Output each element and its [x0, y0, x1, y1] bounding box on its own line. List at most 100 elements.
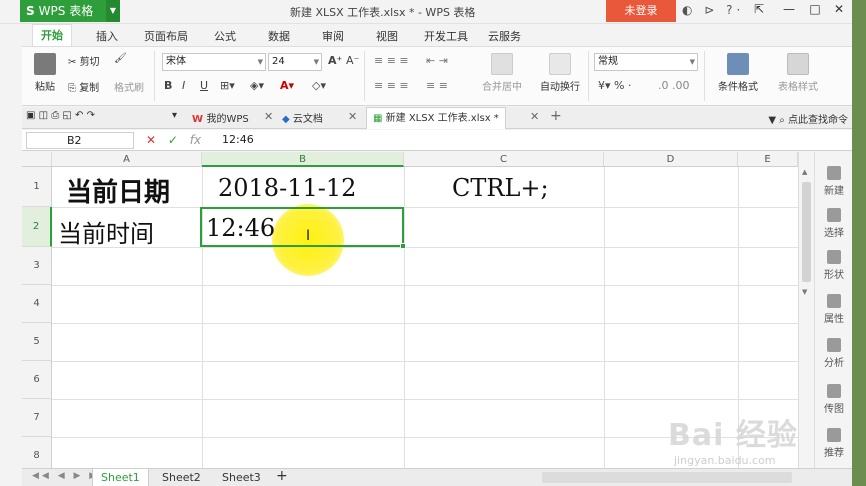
tab-developer[interactable]: 开发工具	[424, 28, 468, 44]
column-header-d[interactable]: D	[604, 152, 738, 167]
sheet-tab-2[interactable]: Sheet2	[154, 469, 209, 486]
app-menu-button[interactable]: S WPS 表格 ▼	[20, 0, 120, 22]
cut-button[interactable]: ✂ 剪切	[68, 53, 100, 68]
format-painter-icon[interactable]: 🖌	[114, 53, 127, 64]
select-all-corner[interactable]	[22, 152, 52, 167]
tab-home[interactable]: 开始	[32, 24, 72, 46]
format-painter-button[interactable]: 格式刷	[114, 79, 144, 94]
quick-access-icons[interactable]: ▣ ◫ ⎙ ◱ ↶ ↷	[26, 110, 95, 121]
row-header-3[interactable]: 3	[22, 247, 52, 285]
conditional-format-icon	[727, 53, 749, 75]
wrap-text-button[interactable]: 自动换行	[536, 53, 584, 93]
cut-label: 剪切	[79, 57, 100, 68]
font-size-select[interactable]: 24 ▼	[268, 53, 322, 71]
find-command-button[interactable]: ▼ ⌕ 点此查找命令	[768, 111, 848, 126]
column-header-e[interactable]: E	[738, 152, 798, 167]
sheet-tab-1[interactable]: Sheet1	[92, 469, 149, 486]
italic-icon[interactable]: I	[182, 79, 185, 92]
decrease-font-icon[interactable]: A⁻	[346, 54, 359, 67]
login-button[interactable]: 未登录	[606, 0, 676, 22]
name-box[interactable]: B2	[26, 132, 134, 149]
formula-input[interactable]: 12:46	[222, 133, 254, 146]
task-properties[interactable]: 属性	[815, 294, 853, 325]
row-header-4[interactable]: 4	[22, 285, 52, 323]
paste-button[interactable]: 粘贴	[28, 53, 62, 93]
table-style-button[interactable]: 表格样式	[770, 53, 826, 93]
column-header-c[interactable]: C	[404, 152, 604, 167]
justify-icon[interactable]: ≡ ≡	[426, 79, 448, 92]
cell-b1[interactable]: 2018-11-12	[218, 174, 356, 202]
task-shapes[interactable]: 形状	[815, 250, 853, 281]
align-left-icon[interactable]: ≡ ≡ ≡	[374, 79, 409, 92]
copy-button[interactable]: ⎘ 复制	[68, 79, 99, 94]
column-header-a[interactable]: A	[52, 152, 202, 167]
merge-center-label: 合并居中	[482, 82, 522, 93]
task-analyze[interactable]: 分析	[815, 338, 853, 369]
row-header-2[interactable]: 2	[22, 207, 52, 247]
tab-cloud-services[interactable]: 云服务	[488, 28, 521, 44]
more-icon[interactable]: ▾	[172, 110, 177, 121]
fill-color-icon[interactable]: ◈▾	[250, 79, 264, 92]
close-tab-icon[interactable]: ✕	[348, 110, 357, 123]
bold-icon[interactable]: B	[164, 79, 172, 92]
current-file-tab[interactable]: ▦ 新建 XLSX 工作表.xlsx *	[366, 107, 506, 129]
number-format-select[interactable]: 常规 ▼	[594, 53, 698, 71]
scroll-down-icon[interactable]: ▼	[802, 288, 807, 296]
close-icon[interactable]: ✕	[828, 2, 850, 16]
increase-font-icon[interactable]: A⁺	[328, 54, 342, 67]
cell-a2[interactable]: 当前时间	[58, 214, 154, 249]
tab-data[interactable]: 数据	[268, 28, 290, 44]
merge-cells-icon	[491, 53, 513, 75]
column-header-b[interactable]: B	[202, 152, 404, 167]
close-tab-icon[interactable]: ✕	[530, 110, 539, 123]
tab-insert[interactable]: 插入	[96, 28, 118, 44]
task-recommend[interactable]: 推荐	[815, 428, 853, 459]
minimize-icon[interactable]: —	[778, 2, 800, 16]
task-new[interactable]: 新建	[815, 166, 853, 197]
tab-view[interactable]: 视图	[376, 28, 398, 44]
conditional-format-button[interactable]: 条件格式	[710, 53, 766, 93]
row-header-8[interactable]: 8	[22, 437, 52, 468]
scroll-up-icon[interactable]: ▲	[802, 168, 807, 176]
tab-review[interactable]: 审阅	[322, 28, 344, 44]
sheet-tab-3[interactable]: Sheet3	[214, 469, 269, 486]
decimal-icon[interactable]: .0 .00	[658, 79, 690, 92]
font-name-select[interactable]: 宋体 ▼	[162, 53, 266, 71]
row-header-7[interactable]: 7	[22, 399, 52, 437]
underline-icon[interactable]: U	[200, 79, 208, 92]
row-header-5[interactable]: 5	[22, 323, 52, 361]
borders-icon[interactable]: ⊞▾	[220, 79, 235, 92]
title-tool-icons[interactable]: ◐ ⊳ ?·	[682, 3, 744, 17]
row-header-6[interactable]: 6	[22, 361, 52, 399]
close-tab-icon[interactable]: ✕	[264, 110, 273, 123]
indent-icon[interactable]: ⇤ ⇥	[426, 54, 448, 67]
cell-c1[interactable]: CTRL+;	[452, 174, 549, 202]
minimize-to-tray-icon[interactable]: ⇱	[748, 2, 770, 16]
fx-icon[interactable]: fx	[190, 133, 201, 147]
maximize-icon[interactable]: □	[804, 2, 826, 16]
row-header-1[interactable]: 1	[22, 167, 52, 207]
vertical-scrollbar[interactable]: ▲ ▼	[798, 152, 814, 468]
new-tab-icon[interactable]: +	[550, 108, 562, 124]
clear-format-icon[interactable]: ◇▾	[312, 79, 326, 92]
cell-a1[interactable]: 当前日期	[66, 172, 170, 209]
tab-formulas[interactable]: 公式	[214, 28, 236, 44]
add-sheet-icon[interactable]: +	[276, 468, 288, 484]
cancel-icon[interactable]: ✕	[146, 133, 156, 147]
chevron-down-icon: ▼	[313, 58, 319, 66]
wrap-text-icon	[549, 53, 571, 75]
font-color-icon[interactable]: A▾	[280, 79, 294, 92]
merge-center-button[interactable]: 合并居中	[474, 53, 530, 93]
analyze-icon	[827, 338, 841, 352]
horizontal-scrollbar[interactable]	[542, 472, 792, 483]
align-top-icon[interactable]: ≡ ≡ ≡	[374, 54, 409, 67]
currency-icon[interactable]: ¥▾ % ·	[598, 79, 631, 92]
confirm-icon[interactable]: ✓	[168, 133, 178, 147]
tab-page-layout[interactable]: 页面布局	[144, 28, 188, 44]
my-wps-tab[interactable]: W 我的WPS	[192, 110, 249, 125]
task-select[interactable]: 选择	[815, 208, 853, 239]
task-upload-image[interactable]: 传图	[815, 384, 853, 415]
cloud-docs-tab[interactable]: ◆ 云文档	[282, 110, 323, 125]
scroll-thumb[interactable]	[802, 182, 811, 282]
fill-handle[interactable]	[400, 243, 406, 249]
